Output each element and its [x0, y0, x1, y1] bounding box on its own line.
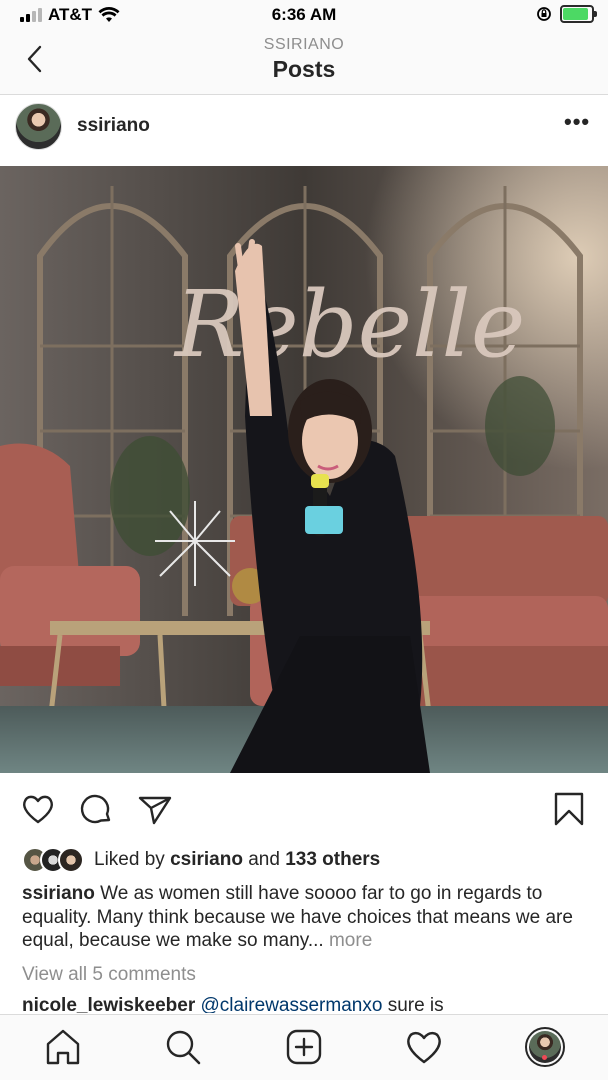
search-icon[interactable] [163, 1027, 203, 1067]
avatar [58, 847, 84, 873]
orientation-lock-icon [537, 7, 551, 21]
comment-username[interactable]: nicole_lewiskeeber [22, 995, 195, 1013]
post-caption: ssiriano We as women still have soooo fa… [22, 882, 582, 953]
navigation-header: SSIRIANO Posts [0, 30, 608, 95]
post-header: ssiriano ••• [0, 96, 608, 166]
caption-text: We as women still have soooo far to go i… [22, 883, 573, 951]
likes-prefix: Liked by [94, 849, 165, 870]
post-photo[interactable]: Rebelle [0, 166, 608, 773]
status-right [536, 5, 597, 23]
heart-icon[interactable] [20, 791, 56, 827]
comment-mention[interactable]: @clairewassermanxo [201, 995, 383, 1013]
photo-sign-text: Rebelle [173, 271, 525, 378]
caption-more-link[interactable]: more [329, 930, 372, 951]
share-icon[interactable] [137, 791, 173, 827]
liker-avatars [22, 847, 84, 873]
notification-dot [542, 1055, 547, 1060]
post-actions [0, 785, 608, 835]
likes-count[interactable]: 133 others [285, 849, 380, 870]
activity-heart-icon[interactable] [404, 1027, 444, 1067]
comment-preview: nicole_lewiskeeber @clairewassermanxo su… [22, 995, 602, 1013]
post-username[interactable]: ssiriano [77, 115, 150, 137]
bookmark-icon[interactable] [551, 791, 587, 827]
add-post-icon[interactable] [284, 1027, 324, 1067]
home-icon[interactable] [43, 1027, 83, 1067]
battery-icon [560, 5, 597, 23]
header-username: SSIRIANO [263, 36, 345, 53]
page-title: Posts [272, 56, 336, 82]
liker-username[interactable]: csiriano [170, 849, 243, 870]
profile-avatar[interactable] [525, 1027, 565, 1067]
avatar[interactable] [15, 103, 62, 150]
bottom-tab-bar [0, 1014, 608, 1080]
ellipsis-icon[interactable]: ••• [564, 111, 589, 136]
likes-row[interactable]: Liked by csiriano and 133 others [22, 845, 380, 875]
comment-text: sure is [387, 995, 444, 1013]
likes-text: Liked by csiriano and 133 others [94, 849, 380, 871]
status-bar: AT&T 6:36 AM [0, 0, 608, 30]
likes-connector: and [248, 849, 280, 870]
view-comments-link[interactable]: View all 5 comments [22, 964, 196, 986]
caption-username[interactable]: ssiriano [22, 883, 95, 904]
comment-icon[interactable] [79, 791, 115, 827]
status-time: 6:36 AM [271, 5, 337, 24]
post-photo-illustration: Rebelle [0, 166, 608, 773]
